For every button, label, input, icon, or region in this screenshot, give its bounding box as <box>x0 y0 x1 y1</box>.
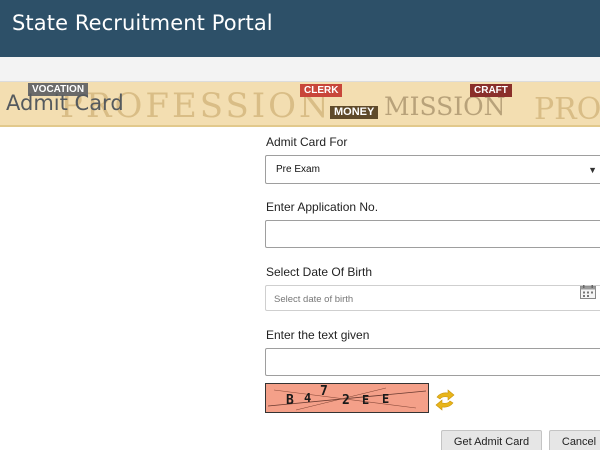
captcha-char-6: E <box>382 392 389 406</box>
application-no-input[interactable] <box>265 220 600 248</box>
application-no-label: Enter Application No. <box>266 200 379 214</box>
refresh-captcha-icon[interactable] <box>433 389 457 411</box>
captcha-image: B 4 7 2 E E <box>265 383 429 413</box>
admit-card-for-selected-value: Pre Exam <box>276 164 320 175</box>
calendar-icon[interactable] <box>580 285 596 299</box>
captcha-text-input[interactable] <box>265 348 600 376</box>
get-admit-card-button[interactable]: Get Admit Card <box>441 430 542 450</box>
banner-word-craft: CRAFT <box>470 84 512 97</box>
date-of-birth-input[interactable]: Select date of birth <box>265 285 600 311</box>
page-title: Admit Card <box>6 91 124 115</box>
captcha-text-label: Enter the text given <box>266 328 370 342</box>
captcha-char-5: E <box>362 393 369 407</box>
banner-word-pro: PRO <box>534 92 600 127</box>
app-title: State Recruitment Portal <box>12 11 273 35</box>
admit-card-for-select[interactable]: Pre Exam ▼ <box>265 155 600 184</box>
captcha-char-2: 4 <box>304 391 311 405</box>
banner-word-clerk: CLERK <box>300 84 343 97</box>
header-separator-strip <box>0 57 600 82</box>
date-of-birth-placeholder: Select date of birth <box>274 294 354 305</box>
top-header-bar: State Recruitment Portal <box>0 0 600 57</box>
captcha-char-3: 7 <box>320 384 328 399</box>
cancel-button[interactable]: Cancel <box>549 430 600 450</box>
page-title-banner: PROFESSION VOCATION CLERK MONEY MISSION … <box>0 82 600 127</box>
date-of-birth-label: Select Date Of Birth <box>266 265 373 279</box>
captcha-noise-graphic: B 4 7 2 E E <box>267 384 427 411</box>
admit-card-for-label: Admit Card For <box>266 135 348 149</box>
chevron-down-icon: ▼ <box>588 165 597 175</box>
captcha-char-1: B <box>286 393 294 408</box>
banner-word-money: MONEY <box>330 106 379 119</box>
captcha-char-4: 2 <box>342 393 350 408</box>
